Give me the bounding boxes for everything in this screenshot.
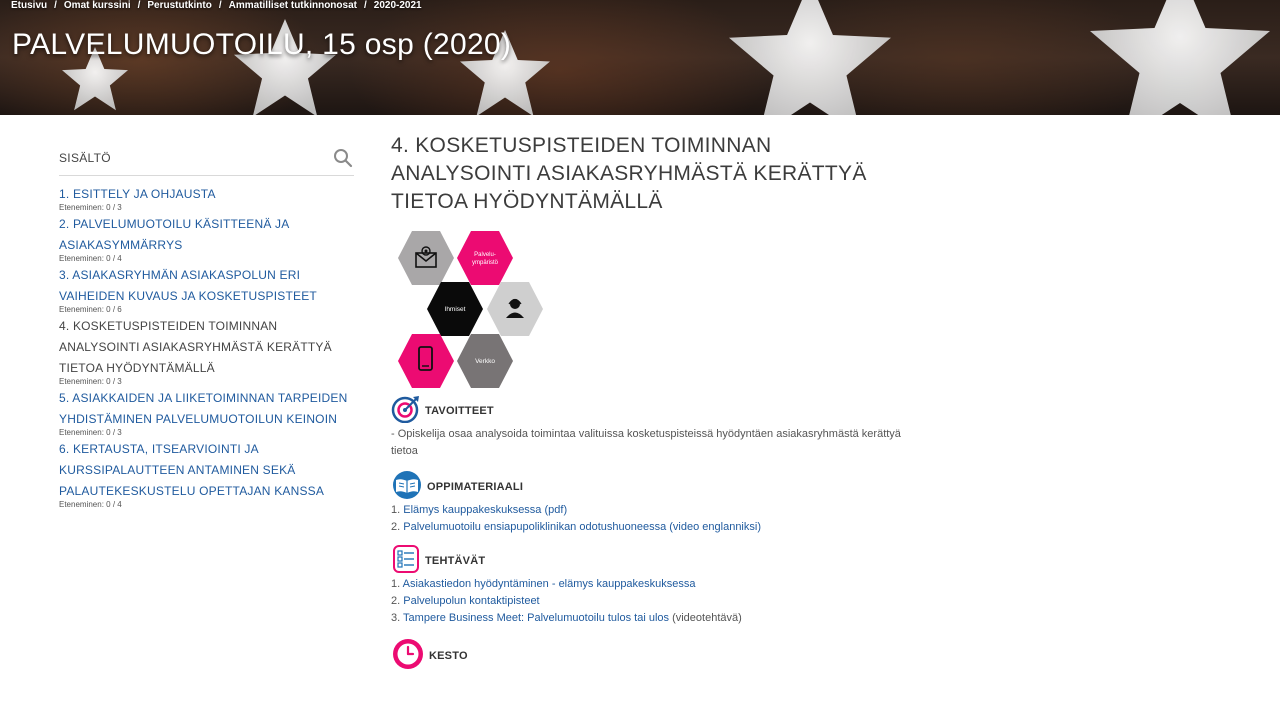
materials-title: OPPIMATERIAALI xyxy=(427,481,524,493)
main-content: 4. KOSKETUSPISTEIDEN TOIMINNAN ANALYSOIN… xyxy=(391,132,911,671)
toc-item: 1. ESITTELY JA OHJAUSTA Eteneminen: 0 / … xyxy=(59,184,354,213)
breadcrumb-home[interactable]: Etusivu xyxy=(11,0,47,11)
table-of-contents: 1. ESITTELY JA OHJAUSTA Eteneminen: 0 / … xyxy=(59,184,354,510)
list-number: 1. xyxy=(391,578,401,590)
breadcrumb-separator: / xyxy=(137,0,141,11)
material-link-shopping-center[interactable]: Elämys kauppakeskuksessa (pdf) xyxy=(403,504,567,516)
breadcrumb-year[interactable]: 2020-2021 xyxy=(374,0,422,11)
toc-link-4-active[interactable]: 4. KOSKETUSPISTEIDEN TOIMINNAN ANALYSOIN… xyxy=(59,316,354,379)
course-banner: Etusivu / Omat kurssini / Perustutkinto … xyxy=(0,0,1280,115)
list-number: 1. xyxy=(391,504,401,516)
tasks-list: 1. Asiakastiedon hyödyntäminen - elämys … xyxy=(391,576,911,627)
target-icon xyxy=(391,395,421,428)
materials-list: 1. Elämys kauppakeskuksessa (pdf) 2. Pal… xyxy=(391,502,911,536)
goals-section: TAVOITTEET - Opiskelija osaa analysoida … xyxy=(391,395,911,460)
hexagon-label-people: Ihmiset xyxy=(445,306,466,313)
page-title: PALVELUMUOTOILU, 15 osp (2020) xyxy=(12,28,512,61)
breadcrumb-vocational-units[interactable]: Ammatilliset tutkinnonosat xyxy=(229,0,357,11)
section-heading: 4. KOSKETUSPISTEIDEN TOIMINNAN ANALYSOIN… xyxy=(391,134,867,213)
breadcrumb: Etusivu / Omat kurssini / Perustutkinto … xyxy=(11,0,422,11)
toc-link-2[interactable]: 2. PALVELUMUOTOILU KÄSITTEENÄ JA ASIAKAS… xyxy=(59,214,354,256)
task-suffix: (videotehtävä) xyxy=(669,612,742,624)
hexagon-mail xyxy=(398,231,454,285)
task-link-business-meet[interactable]: Tampere Business Meet: Palvelumuotoilu t… xyxy=(403,612,669,624)
search-icon[interactable] xyxy=(332,147,354,169)
hexagon-label-service-environment-2: ympäristö xyxy=(472,260,499,266)
list-number: 3. xyxy=(391,612,401,624)
hexagon-people: Ihmiset xyxy=(427,282,483,336)
toc-link-1[interactable]: 1. ESITTELY JA OHJAUSTA xyxy=(59,184,354,205)
book-icon xyxy=(391,470,423,504)
hexagon-label-service-environment-1: Palvelu- xyxy=(474,252,496,258)
list-item: 2. Palvelumuotoilu ensiapupoliklinikan o… xyxy=(391,519,911,536)
toc-progress: Eteneminen: 0 / 4 xyxy=(59,254,122,263)
hexagon-mobile xyxy=(398,334,454,388)
toc-item: 5. ASIAKKAIDEN JA LIIKETOIMINNAN TARPEID… xyxy=(59,388,354,438)
goals-title: TAVOITTEET xyxy=(425,405,494,417)
list-number: 2. xyxy=(391,521,401,533)
hexagon-network: Verkko xyxy=(457,334,513,388)
checklist-icon xyxy=(391,544,421,578)
toc-item: 6. KERTAUSTA, ITSEARVIOINTI JA KURSSIPAL… xyxy=(59,439,354,510)
task-link-contact-points[interactable]: Palvelupolun kontaktipisteet xyxy=(403,595,539,607)
hexagon-support xyxy=(487,282,543,336)
duration-section: KESTO xyxy=(391,638,911,671)
list-item: 3. Tampere Business Meet: Palvelumuotoil… xyxy=(391,610,911,627)
sidebar-header: SISÄLTÖ xyxy=(59,142,354,176)
breadcrumb-separator: / xyxy=(54,0,57,11)
duration-title: KESTO xyxy=(429,650,468,662)
materials-section: OPPIMATERIAALI 1. Elämys kauppakeskukses… xyxy=(391,470,911,536)
toc-link-3[interactable]: 3. ASIAKASRYHMÄN ASIAKASPOLUN ERI VAIHEI… xyxy=(59,265,354,307)
tasks-title: TEHTÄVÄT xyxy=(425,555,486,567)
breadcrumb-separator: / xyxy=(363,0,367,11)
course-sidebar: SISÄLTÖ 1. ESITTELY JA OHJAUSTA Etenemin… xyxy=(59,142,354,511)
list-item: 1. Asiakastiedon hyödyntäminen - elämys … xyxy=(391,576,911,593)
toc-link-5[interactable]: 5. ASIAKKAIDEN JA LIIKETOIMINNAN TARPEID… xyxy=(59,388,354,430)
tasks-section: TEHTÄVÄT 1. Asiakastiedon hyödyntäminen … xyxy=(391,544,911,627)
task-link-customer-data[interactable]: Asiakastiedon hyödyntäminen - elämys kau… xyxy=(403,578,696,590)
toc-link-6[interactable]: 6. KERTAUSTA, ITSEARVIOINTI JA KURSSIPAL… xyxy=(59,439,354,502)
list-item: 1. Elämys kauppakeskuksessa (pdf) xyxy=(391,502,911,519)
clock-icon xyxy=(391,638,425,675)
breadcrumb-separator: / xyxy=(218,0,222,11)
goals-text: - Opiskelija osaa analysoida toimintaa v… xyxy=(391,428,901,457)
materials-header: OPPIMATERIAALI xyxy=(391,470,911,504)
hexagon-service-environment: Palvelu- ympäristö xyxy=(457,231,513,285)
sidebar-heading: SISÄLTÖ xyxy=(59,150,111,165)
duration-header: KESTO xyxy=(391,638,911,671)
touchpoint-hexagon-graphic: Palvelu- ympäristö Ihmiset Verkko xyxy=(391,228,551,393)
breadcrumb-basic-degree[interactable]: Perustutkinto xyxy=(147,0,211,11)
hexagon-label-network: Verkko xyxy=(475,358,495,365)
toc-item: 3. ASIAKASRYHMÄN ASIAKASPOLUN ERI VAIHEI… xyxy=(59,265,354,315)
breadcrumb-my-courses[interactable]: Omat kurssini xyxy=(64,0,131,11)
goals-header: TAVOITTEET xyxy=(391,395,911,428)
list-item: 2. Palvelupolun kontaktipisteet xyxy=(391,593,911,610)
tasks-header: TEHTÄVÄT xyxy=(391,544,911,578)
material-link-er-waiting-room[interactable]: Palvelumuotoilu ensiapupoliklinikan odot… xyxy=(403,521,761,533)
list-number: 2. xyxy=(391,595,401,607)
toc-item: 4. KOSKETUSPISTEIDEN TOIMINNAN ANALYSOIN… xyxy=(59,316,354,387)
toc-item: 2. PALVELUMUOTOILU KÄSITTEENÄ JA ASIAKAS… xyxy=(59,214,354,264)
